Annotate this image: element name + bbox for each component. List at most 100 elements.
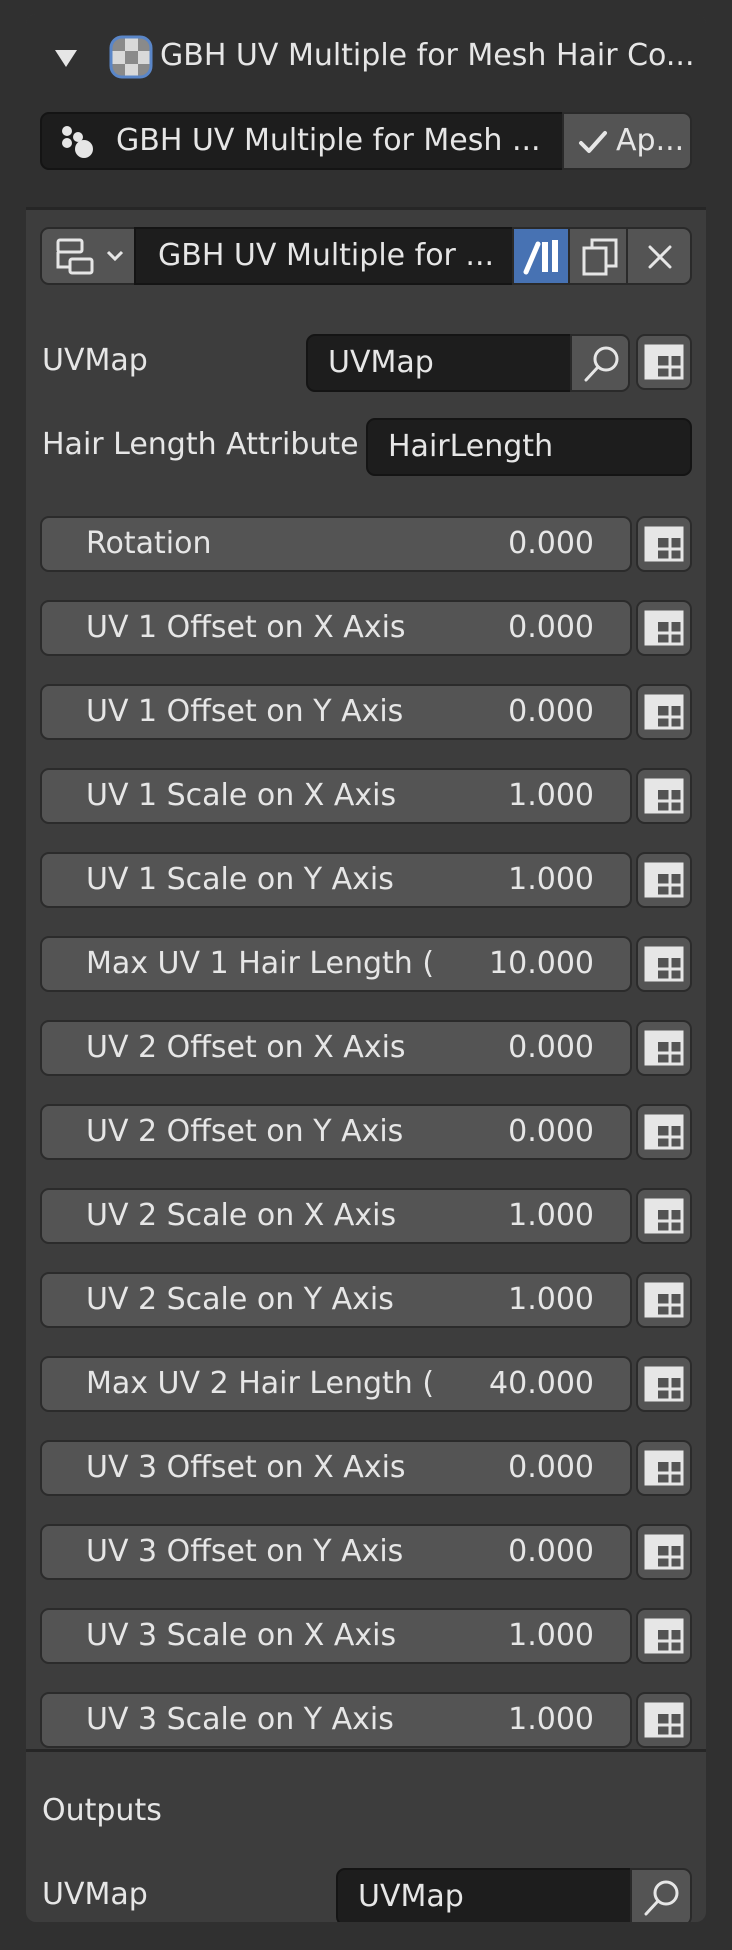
spreadsheet-icon [644,1114,684,1150]
checkmark-icon [579,131,607,153]
uvmap-input-field[interactable]: UVMap [306,334,572,392]
apply-label: Ap... [616,123,685,158]
modifier-title[interactable]: GBH UV Multiple for Mesh Hair Co... [160,39,700,73]
param-label: UV 2 Offset on X Axis [86,1030,406,1065]
spreadsheet-icon [644,946,684,982]
param-attribute-toggle[interactable] [636,1272,692,1328]
uvmap-output-field[interactable]: UVMap [336,1868,632,1922]
param-slider[interactable]: UV 3 Scale on X Axis 1.000 [40,1608,632,1664]
param-label: Max UV 2 Hair Length (... [86,1366,436,1401]
param-value: 1.000 [508,1198,594,1233]
param-label: UV 1 Offset on X Axis [86,610,406,645]
param-slider[interactable]: UV 3 Offset on Y Axis 0.000 [40,1524,632,1580]
param-label: UV 3 Offset on Y Axis [86,1534,404,1569]
param-label: UV 2 Scale on X Axis [86,1198,397,1233]
param-value: 0.000 [508,1450,594,1485]
param-attribute-toggle[interactable] [636,600,692,656]
param-value: 40.000 [489,1366,594,1401]
param-label: UV 3 Scale on X Axis [86,1618,397,1653]
uvmap-search-button[interactable] [570,334,630,392]
param-slider[interactable]: UV 1 Offset on X Axis 0.000 [40,600,632,656]
particles-icon [62,126,93,158]
param-slider[interactable]: Rotation 0.000 [40,516,632,572]
spreadsheet-icon [644,1030,684,1066]
param-attribute-toggle[interactable] [636,684,692,740]
fake-user-toggle[interactable] [512,227,570,285]
node-group-name-field[interactable]: GBH UV Multiple for ... [134,227,542,285]
modifier-header: GBH UV Multiple for Mesh Hair Co... GBH … [26,14,706,210]
search-icon [644,1880,679,1916]
param-label: Rotation [86,526,212,561]
apply-button[interactable]: Ap... [562,112,692,170]
close-icon [648,245,672,269]
hair-length-attribute-value: HairLength [388,429,554,464]
uvmap-attribute-toggle[interactable] [636,334,692,390]
param-value: 10.000 [489,946,594,981]
param-value: 0.000 [508,526,594,561]
node-tree-icon [56,238,94,275]
param-attribute-toggle[interactable] [636,1692,692,1748]
param-attribute-toggle[interactable] [636,1356,692,1412]
param-attribute-toggle[interactable] [636,516,692,572]
checker-texture-icon [109,35,153,79]
param-label: UV 3 Offset on X Axis [86,1450,406,1485]
spreadsheet-icon [644,526,684,562]
search-icon [584,346,619,382]
unlink-node-group-button[interactable] [626,227,692,285]
geometry-nodes-modifier-panel: GBH UV Multiple for Mesh Hair Co... GBH … [26,14,706,1922]
param-label: Max UV 1 Hair Length (... [86,946,436,981]
param-label: UV 3 Scale on Y Axis [86,1702,394,1737]
param-value: 0.000 [508,694,594,729]
uvmap-output-search-button[interactable] [630,1868,692,1922]
param-value: 1.000 [508,862,594,897]
param-slider[interactable]: UV 3 Offset on X Axis 0.000 [40,1440,632,1496]
triangle-down-icon[interactable] [54,48,78,68]
param-slider[interactable]: Max UV 2 Hair Length (... 40.000 [40,1356,632,1412]
param-attribute-toggle[interactable] [636,936,692,992]
param-value: 0.000 [508,1534,594,1569]
param-attribute-toggle[interactable] [636,1440,692,1496]
param-label: UV 1 Offset on Y Axis [86,694,404,729]
uvmap-input-value: UVMap [328,345,434,380]
param-attribute-toggle[interactable] [636,768,692,824]
param-value: 0.000 [508,1030,594,1065]
node-tree-type-dropdown[interactable] [40,227,136,285]
hair-length-attribute-field[interactable]: HairLength [366,418,692,476]
param-slider[interactable]: UV 2 Offset on X Axis 0.000 [40,1020,632,1076]
bar-chart-icon [523,240,558,275]
uvmap-output-label: UVMap [42,1878,148,1912]
param-attribute-toggle[interactable] [636,1524,692,1580]
header-divider [26,207,706,210]
spreadsheet-icon [644,862,684,898]
param-slider[interactable]: UV 1 Offset on Y Axis 0.000 [40,684,632,740]
spreadsheet-icon [644,344,684,380]
param-slider[interactable]: UV 2 Scale on Y Axis 1.000 [40,1272,632,1328]
param-slider[interactable]: UV 1 Scale on X Axis 1.000 [40,768,632,824]
param-attribute-toggle[interactable] [636,1608,692,1664]
param-attribute-toggle[interactable] [636,852,692,908]
duplicate-node-group-button[interactable] [568,227,628,285]
param-label: UV 2 Offset on Y Axis [86,1114,404,1149]
param-attribute-toggle[interactable] [636,1188,692,1244]
spreadsheet-icon [644,1534,684,1570]
spreadsheet-icon [644,1366,684,1402]
param-attribute-toggle[interactable] [636,1020,692,1076]
param-value: 0.000 [508,610,594,645]
param-slider[interactable]: UV 1 Scale on Y Axis 1.000 [40,852,632,908]
param-slider[interactable]: UV 2 Offset on Y Axis 0.000 [40,1104,632,1160]
param-slider[interactable]: UV 2 Scale on X Axis 1.000 [40,1188,632,1244]
param-label: UV 2 Scale on Y Axis [86,1282,394,1317]
param-label: UV 1 Scale on X Axis [86,778,397,813]
spreadsheet-icon [644,1282,684,1318]
param-attribute-toggle[interactable] [636,1104,692,1160]
modifier-properties-editor: GBH UV Multiple for Mesh Hair Co... GBH … [0,0,732,1950]
spreadsheet-icon [644,694,684,730]
spreadsheet-icon [644,1450,684,1486]
param-slider[interactable]: Max UV 1 Hair Length (... 10.000 [40,936,632,992]
param-slider[interactable]: UV 3 Scale on Y Axis 1.000 [40,1692,632,1748]
node-group-name-text: GBH UV Multiple for ... [158,238,495,273]
spreadsheet-icon [644,1618,684,1654]
param-value: 1.000 [508,778,594,813]
modifier-name-field[interactable]: GBH UV Multiple for Mesh ... [40,112,588,170]
outputs-heading: Outputs [42,1794,162,1828]
